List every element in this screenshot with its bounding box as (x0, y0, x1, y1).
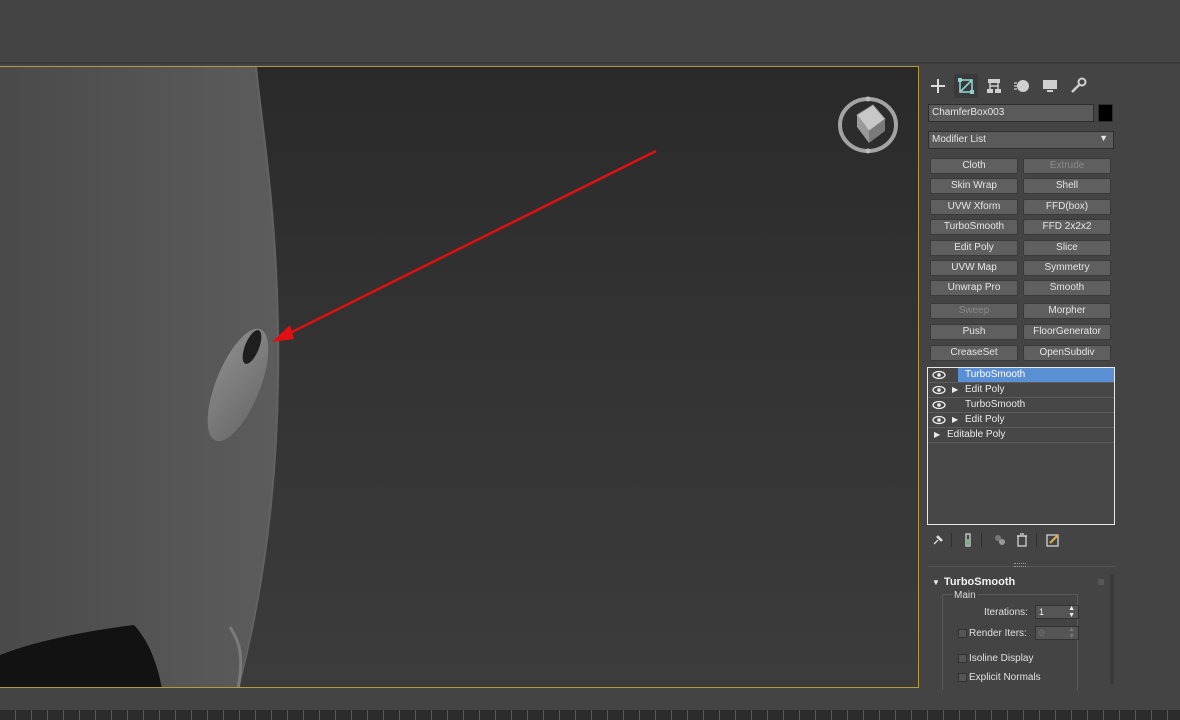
rollout-title: TurboSmooth (943, 576, 1016, 588)
modifier-button-cloth[interactable]: Cloth (930, 158, 1018, 174)
create-icon[interactable] (926, 74, 950, 98)
modifier-button-creaseset[interactable]: CreaseSet (930, 345, 1018, 361)
main-group-label: Main (952, 590, 978, 601)
stack-item-turbosmooth-2[interactable]: TurboSmooth (928, 398, 1114, 413)
annotation-arrow-line (281, 149, 657, 339)
modifier-button-floorgenerator[interactable]: FloorGenerator (1023, 324, 1111, 340)
modifier-button-push[interactable]: Push (930, 324, 1018, 340)
modifier-button-slice[interactable]: Slice (1023, 240, 1111, 256)
object-name-field[interactable]: ChamferBox003 (928, 104, 1094, 122)
modifier-button-opensubdiv[interactable]: OpenSubdiv (1023, 345, 1111, 361)
make-unique-icon[interactable] (992, 532, 1008, 548)
modifier-stack-toolbar (928, 532, 1113, 550)
timeline-ruler[interactable] (0, 710, 1180, 720)
explicit-normals-label: Explicit Normals (969, 672, 1041, 683)
modifier-button-smooth[interactable]: Smooth (1023, 280, 1111, 296)
modifier-button-symmetry[interactable]: Symmetry (1023, 260, 1111, 276)
stack-item-edit-poly-2[interactable]: ▶ Edit Poly (928, 413, 1114, 428)
command-panel-tabs (926, 74, 1090, 98)
viewcube[interactable] (837, 95, 899, 155)
object-color-swatch[interactable] (1098, 104, 1113, 122)
modifier-button-shell[interactable]: Shell (1023, 178, 1111, 194)
modifier-stack: TurboSmooth ▶ Edit Poly TurboSmooth ▶ Ed… (927, 367, 1115, 525)
eye-icon[interactable] (932, 370, 946, 380)
rollout-pin-icon[interactable] (1098, 579, 1104, 585)
toolbar-separator (951, 533, 952, 547)
toolbar-divider (0, 62, 1180, 64)
eye-icon[interactable] (932, 400, 946, 410)
modifier-button-ffd-box[interactable]: FFD(box) (1023, 199, 1111, 215)
stack-item-edit-poly[interactable]: ▶ Edit Poly (928, 383, 1114, 398)
isoline-display-checkbox[interactable] (958, 654, 967, 663)
configure-modifier-sets-icon[interactable] (1045, 532, 1061, 548)
eye-icon[interactable] (932, 385, 946, 395)
modifier-list-dropdown[interactable]: Modifier List ▼ (928, 131, 1114, 149)
modifier-button-extrude[interactable]: Extrude (1023, 158, 1111, 174)
viewport-scene (0, 67, 657, 687)
modifier-button-skin-wrap[interactable]: Skin Wrap (930, 178, 1018, 194)
display-icon[interactable] (1038, 74, 1062, 98)
modifier-list-label: Modifier List (932, 134, 986, 145)
pin-stack-icon[interactable] (930, 532, 946, 548)
modifier-button-turbosmooth[interactable]: TurboSmooth (930, 219, 1018, 235)
stack-item-turbosmooth[interactable]: TurboSmooth (928, 368, 1114, 383)
stack-item-editable-poly[interactable]: ▶ Editable Poly (928, 428, 1114, 443)
collapse-triangle-icon: ▼ (932, 578, 940, 587)
resize-grip[interactable] (1014, 563, 1026, 567)
turbosmooth-rollout: ▼ TurboSmooth Main Iterations: 1 ▲ ▼ Rende… (928, 574, 1112, 694)
modifier-button-uvw-xform[interactable]: UVW Xform (930, 199, 1018, 215)
iterations-spinner[interactable]: 1 ▲ ▼ (1035, 605, 1079, 619)
modifier-button-ffd-2x2x2[interactable]: FFD 2x2x2 (1023, 219, 1111, 235)
motion-icon[interactable] (1010, 74, 1034, 98)
spinner-arrows-icon[interactable]: ▲ ▼ (1068, 626, 1075, 640)
modifier-button-edit-poly[interactable]: Edit Poly (930, 240, 1018, 256)
render-iters-checkbox[interactable] (958, 629, 967, 638)
render-iters-value: 0 (1039, 628, 1045, 638)
iterations-label: Iterations: (984, 607, 1028, 618)
modifier-button-morpher[interactable]: Morpher (1023, 303, 1111, 319)
spinner-arrows-icon[interactable]: ▲ ▼ (1068, 605, 1075, 619)
toolbar-separator (981, 533, 982, 547)
explicit-normals-checkbox[interactable] (958, 673, 967, 682)
isoline-display-label: Isoline Display (969, 653, 1034, 664)
render-iters-spinner[interactable]: 0 ▲ ▼ (1035, 626, 1079, 640)
utilities-icon[interactable] (1066, 74, 1090, 98)
modifier-button-sweep[interactable]: Sweep (930, 303, 1018, 319)
show-end-result-icon[interactable] (960, 532, 976, 548)
stack-item-label: Edit Poly (965, 414, 1005, 425)
perspective-viewport[interactable] (0, 66, 919, 688)
panel-scrollbar[interactable] (1110, 574, 1114, 684)
iterations-value: 1 (1039, 607, 1045, 617)
chevron-down-icon: ▼ (1099, 133, 1108, 143)
render-iters-label: Render Iters: (969, 628, 1027, 639)
hierarchy-icon[interactable] (982, 74, 1006, 98)
stack-item-label: Edit Poly (965, 384, 1005, 395)
remove-modifier-icon[interactable] (1014, 532, 1030, 548)
rollout-header[interactable]: ▼ TurboSmooth (932, 576, 1015, 588)
stack-item-label: TurboSmooth (965, 399, 1026, 410)
modifier-button-unwrap-pro[interactable]: Unwrap Pro (930, 280, 1018, 296)
command-panel: ChamferBox003 Modifier List ▼ Cloth Extr… (920, 66, 1180, 694)
modifier-button-uvw-map[interactable]: UVW Map (930, 260, 1018, 276)
eye-icon[interactable] (932, 415, 946, 425)
toolbar-separator (1036, 533, 1037, 547)
stack-item-label: TurboSmooth (958, 368, 1114, 382)
main-toolbar-area (0, 0, 1180, 64)
modify-icon[interactable] (954, 74, 978, 98)
stack-item-label: Editable Poly (947, 429, 1006, 440)
